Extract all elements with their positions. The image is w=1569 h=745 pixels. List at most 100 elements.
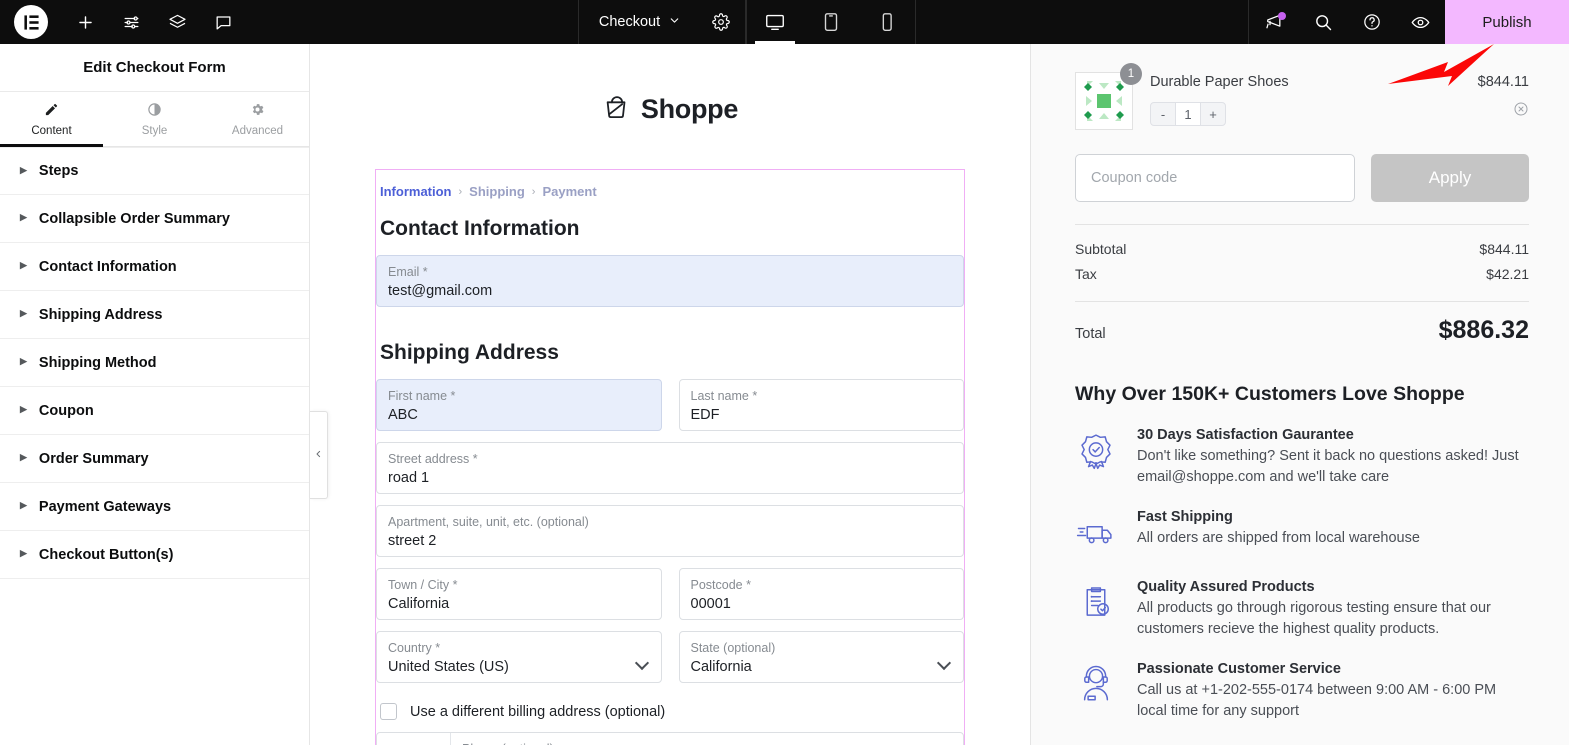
- state-select[interactable]: State (optional) California: [678, 631, 964, 683]
- sidebar-item-payment-gateways[interactable]: ▶ Payment Gateways: [0, 483, 309, 531]
- email-field-label: Email *: [388, 265, 428, 279]
- benefit-text: Don't like something? Sent it back no qu…: [1137, 448, 1519, 485]
- chevron-right-icon: ›: [458, 185, 463, 198]
- benefit-body: Quality Assured Products All products go…: [1137, 579, 1529, 640]
- sliders-icon[interactable]: [108, 0, 154, 44]
- chevron-right-icon: ›: [531, 185, 536, 198]
- comment-icon[interactable]: [200, 0, 246, 44]
- selected-widget-checkout-form[interactable]: Information › Shipping › Payment Contact…: [375, 169, 965, 745]
- tax-label: Tax: [1075, 266, 1097, 282]
- device-tablet-button[interactable]: [803, 0, 859, 44]
- postcode-field[interactable]: Postcode * 00001: [678, 568, 964, 620]
- editor-top-bar: Checkout Publish: [0, 0, 1569, 44]
- postcode-value: 00001: [690, 596, 731, 612]
- grand-total-row: Total $886.32: [1075, 316, 1529, 345]
- country-label: Country *: [388, 641, 441, 655]
- page-settings-gear-icon[interactable]: [697, 0, 745, 44]
- state-label: State (optional): [690, 641, 776, 655]
- billing-address-checkbox-label: Use a different billing address (optiona…: [410, 703, 666, 720]
- benefit-text: All orders are shipped from local wareho…: [1137, 530, 1420, 546]
- sidebar-item-shipping-address[interactable]: ▶ Shipping Address: [0, 291, 309, 339]
- sidebar-item-shipping-method[interactable]: ▶ Shipping Method: [0, 339, 309, 387]
- top-bar-right-group: Publish: [1248, 0, 1569, 44]
- device-mobile-button[interactable]: [859, 0, 915, 44]
- apply-coupon-button[interactable]: Apply: [1371, 154, 1529, 202]
- quantity-stepper: - 1 +: [1150, 102, 1226, 126]
- notification-badge-dot: [1278, 12, 1287, 20]
- country-state-row: Country * United States (US) State (opti…: [376, 631, 964, 683]
- device-mode-switcher: [746, 0, 917, 44]
- headset-support-icon: [1075, 661, 1119, 710]
- first-name-field[interactable]: First name * ABC: [376, 379, 662, 431]
- question-circle-icon[interactable]: [1347, 0, 1396, 44]
- coupon-code-input[interactable]: Coupon code: [1075, 154, 1355, 202]
- benefit-title: Fast Shipping: [1137, 509, 1233, 525]
- billing-address-checkbox[interactable]: [380, 703, 397, 720]
- breadcrumb-step-information[interactable]: Information: [380, 184, 452, 199]
- tab-content[interactable]: Content: [0, 92, 103, 147]
- country-select[interactable]: Country * United States (US): [376, 631, 662, 683]
- top-bar-spacer-left: [246, 0, 578, 44]
- elementor-logo-icon[interactable]: [14, 5, 48, 39]
- quantity-value[interactable]: 1: [1175, 103, 1201, 125]
- panel-collapse-handle[interactable]: [310, 411, 328, 499]
- megaphone-icon[interactable]: [1249, 0, 1298, 44]
- sidebar-item-coupon[interactable]: ▶ Coupon: [0, 387, 309, 435]
- phone-input[interactable]: Phone (optional): [451, 733, 963, 745]
- caret-right-icon: ▶: [20, 356, 27, 366]
- layers-icon[interactable]: [154, 0, 200, 44]
- caret-right-icon: ▶: [20, 500, 27, 510]
- chevron-left-icon: [314, 448, 323, 463]
- document-title-dropdown[interactable]: Checkout: [579, 0, 697, 44]
- tab-advanced[interactable]: Advanced: [206, 92, 309, 146]
- caret-right-icon: ▶: [20, 212, 27, 222]
- shipping-address-heading: Shipping Address: [380, 341, 559, 364]
- apartment-field[interactable]: Apartment, suite, unit, etc. (optional) …: [376, 505, 964, 557]
- sidebar-item-order-summary[interactable]: ▶ Order Summary: [0, 435, 309, 483]
- device-desktop-button[interactable]: [747, 0, 803, 44]
- caret-right-icon: ▶: [20, 404, 27, 414]
- breadcrumb-step-payment[interactable]: Payment: [542, 184, 596, 199]
- search-icon[interactable]: [1298, 0, 1347, 44]
- subtotal-value: $844.11: [1479, 241, 1529, 257]
- quantity-increase-button[interactable]: +: [1201, 103, 1225, 125]
- tab-style[interactable]: Style: [103, 92, 206, 146]
- country-value: United States (US): [388, 659, 509, 675]
- sidebar-item-contact-information[interactable]: ▶ Contact Information: [0, 243, 309, 291]
- phone-field[interactable]: +1 Phone (optional): [376, 732, 964, 745]
- shopping-bag-icon: [602, 92, 632, 127]
- first-name-label: First name *: [388, 389, 456, 403]
- product-price: $844.11: [1477, 74, 1529, 90]
- site-brand: Shoppe: [375, 92, 965, 127]
- gear-icon: [250, 102, 265, 119]
- sidebar-item-label: Checkout Button(s): [38, 546, 174, 563]
- eye-preview-icon[interactable]: [1396, 0, 1445, 44]
- sidebar-item-collapsible-order-summary[interactable]: ▶ Collapsible Order Summary: [0, 195, 309, 243]
- badge-check-icon: [1075, 427, 1119, 476]
- phone-country-selector[interactable]: +1: [377, 733, 451, 745]
- plus-icon[interactable]: [62, 0, 108, 44]
- product-info: Durable Paper Shoes - 1 +: [1150, 72, 1461, 126]
- breadcrumb-step-shipping[interactable]: Shipping: [469, 184, 525, 199]
- email-field[interactable]: Email * test@gmail.com: [376, 255, 964, 307]
- last-name-field[interactable]: Last name * EDF: [678, 379, 964, 431]
- city-field[interactable]: Town / City * California: [376, 568, 662, 620]
- quantity-decrease-button[interactable]: -: [1151, 103, 1175, 125]
- publish-button[interactable]: Publish: [1445, 0, 1569, 44]
- product-price-group: $844.11: [1478, 72, 1529, 122]
- sidebar-item-checkout-buttons[interactable]: ▶ Checkout Button(s): [0, 531, 309, 579]
- remove-item-circle-x-icon[interactable]: [1513, 101, 1529, 121]
- street-address-field[interactable]: Street address * road 1: [376, 442, 964, 494]
- billing-address-checkbox-row[interactable]: Use a different billing address (optiona…: [376, 694, 964, 728]
- sidebar-item-steps[interactable]: ▶ Steps: [0, 147, 309, 195]
- tax-row: Tax $42.21: [1075, 266, 1529, 282]
- widget-sections-list: ▶ Steps ▶ Collapsible Order Summary ▶ Co…: [0, 147, 309, 745]
- benefit-item: 30 Days Satisfaction Gaurantee Don't lik…: [1075, 427, 1529, 488]
- panel-tabs: Content Style Advanced: [0, 92, 309, 147]
- tab-style-label: Style: [141, 125, 168, 137]
- caret-right-icon: ▶: [20, 164, 27, 175]
- email-field-value: test@gmail.com: [388, 283, 493, 299]
- apartment-label: Apartment, suite, unit, etc. (optional): [388, 515, 589, 529]
- state-value: California: [690, 659, 752, 675]
- phone-label: Phone (optional): [462, 741, 952, 745]
